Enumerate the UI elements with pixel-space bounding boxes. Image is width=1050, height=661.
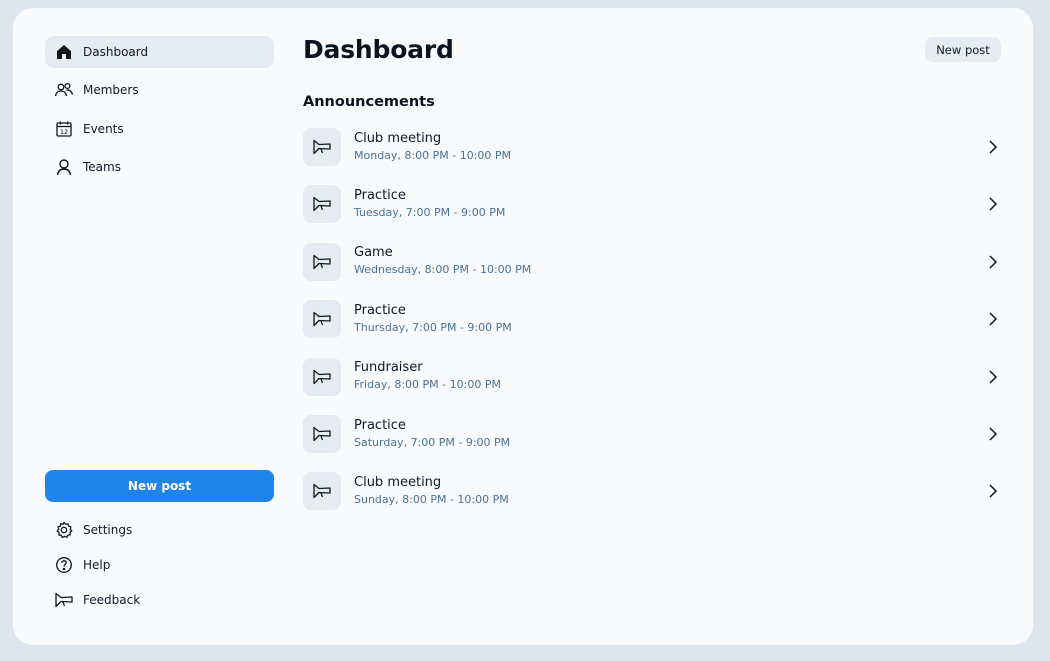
list-item[interactable]: Game Wednesday, 8:00 PM - 10:00 PM [303,242,1003,282]
announcement-time: Tuesday, 7:00 PM - 9:00 PM [354,205,506,219]
page-title: Dashboard [303,35,454,64]
sidebar-item-settings[interactable]: Settings [45,514,274,546]
list-item[interactable]: Club meeting Sunday, 8:00 PM - 10:00 PM [303,471,1003,511]
megaphone-icon [303,472,341,511]
announcement-title: Practice [354,417,406,433]
chevron-right-icon[interactable] [983,194,1003,214]
sidebar-item-members[interactable]: Members [45,74,274,106]
megaphone-icon [303,415,341,453]
app-window: Dashboard Members 12 Events Teams New po… [13,8,1033,645]
sidebar-item-label: Settings [83,523,133,537]
sidebar-item-dashboard[interactable]: Dashboard [45,36,274,68]
gear-icon [54,520,74,540]
megaphone-icon [303,128,341,166]
chevron-right-icon[interactable] [983,481,1003,501]
chevron-right-icon[interactable] [983,137,1003,157]
list-item-text: Club meeting Sunday, 8:00 PM - 10:00 PM [354,475,509,508]
help-icon [54,555,74,575]
sidebar-item-label: Teams [83,160,121,174]
megaphone-icon [54,590,74,610]
sidebar-item-feedback[interactable]: Feedback [45,584,274,616]
announcement-time: Friday, 8:00 PM - 10:00 PM [354,378,501,392]
announcement-title: Fundraiser [354,360,423,376]
list-item-text: Fundraiser Friday, 8:00 PM - 10:00 PM [354,360,501,393]
sidebar-item-events[interactable]: 12 Events [45,113,274,145]
svg-text:12: 12 [60,128,68,136]
new-post-button[interactable]: New post [925,37,1001,62]
list-item[interactable]: Fundraiser Friday, 8:00 PM - 10:00 PM [303,357,1003,397]
sidebar-item-help[interactable]: Help [45,549,274,581]
calendar-icon: 12 [54,119,74,139]
sidebar: Dashboard Members 12 Events Teams New po… [45,36,274,626]
list-item-text: Practice Saturday, 7:00 PM - 9:00 PM [354,418,510,451]
chevron-right-icon[interactable] [983,309,1003,329]
megaphone-icon [303,185,341,224]
list-item-text: Game Wednesday, 8:00 PM - 10:00 PM [354,245,531,278]
announcement-time: Monday, 8:00 PM - 10:00 PM [354,148,512,162]
list-item-text: Club meeting Monday, 8:00 PM - 10:00 PM [354,131,511,164]
list-item[interactable]: Practice Thursday, 7:00 PM - 9:00 PM [303,299,1003,339]
announcement-time: Sunday, 8:00 PM - 10:00 PM [354,492,509,506]
sidebar-new-post-button[interactable]: New post [45,470,274,502]
announcements-heading: Announcements [303,94,435,110]
list-item-text: Practice Tuesday, 7:00 PM - 9:00 PM [354,188,505,221]
announcement-time: Saturday, 7:00 PM - 9:00 PM [354,435,511,449]
home-icon [54,42,74,62]
chevron-right-icon[interactable] [983,424,1003,444]
list-item[interactable]: Practice Tuesday, 7:00 PM - 9:00 PM [303,184,1003,224]
chevron-right-icon[interactable] [983,367,1003,387]
announcement-title: Game [354,245,393,261]
announcement-title: Club meeting [354,474,442,490]
list-item[interactable]: Club meeting Monday, 8:00 PM - 10:00 PM [303,127,1003,167]
list-item-text: Practice Thursday, 7:00 PM - 9:00 PM [354,303,512,336]
announcement-time: Wednesday, 8:00 PM - 10:00 PM [354,263,532,277]
announcement-title: Club meeting [354,130,442,146]
chevron-right-icon[interactable] [983,252,1003,272]
megaphone-icon [303,242,341,281]
megaphone-icon [303,300,341,339]
person-icon [54,157,74,177]
sidebar-item-label: Help [83,558,111,572]
sidebar-item-label: Members [83,83,139,97]
megaphone-icon [303,357,341,396]
announcement-time: Thursday, 7:00 PM - 9:00 PM [354,320,512,334]
announcement-title: Practice [354,302,406,318]
members-icon [54,80,74,100]
announcement-title: Practice [354,187,406,203]
sidebar-item-label: Dashboard [83,45,149,59]
list-item[interactable]: Practice Saturday, 7:00 PM - 9:00 PM [303,414,1003,454]
sidebar-item-teams[interactable]: Teams [45,151,274,183]
sidebar-item-label: Events [83,122,124,136]
sidebar-item-label: Feedback [83,593,141,607]
